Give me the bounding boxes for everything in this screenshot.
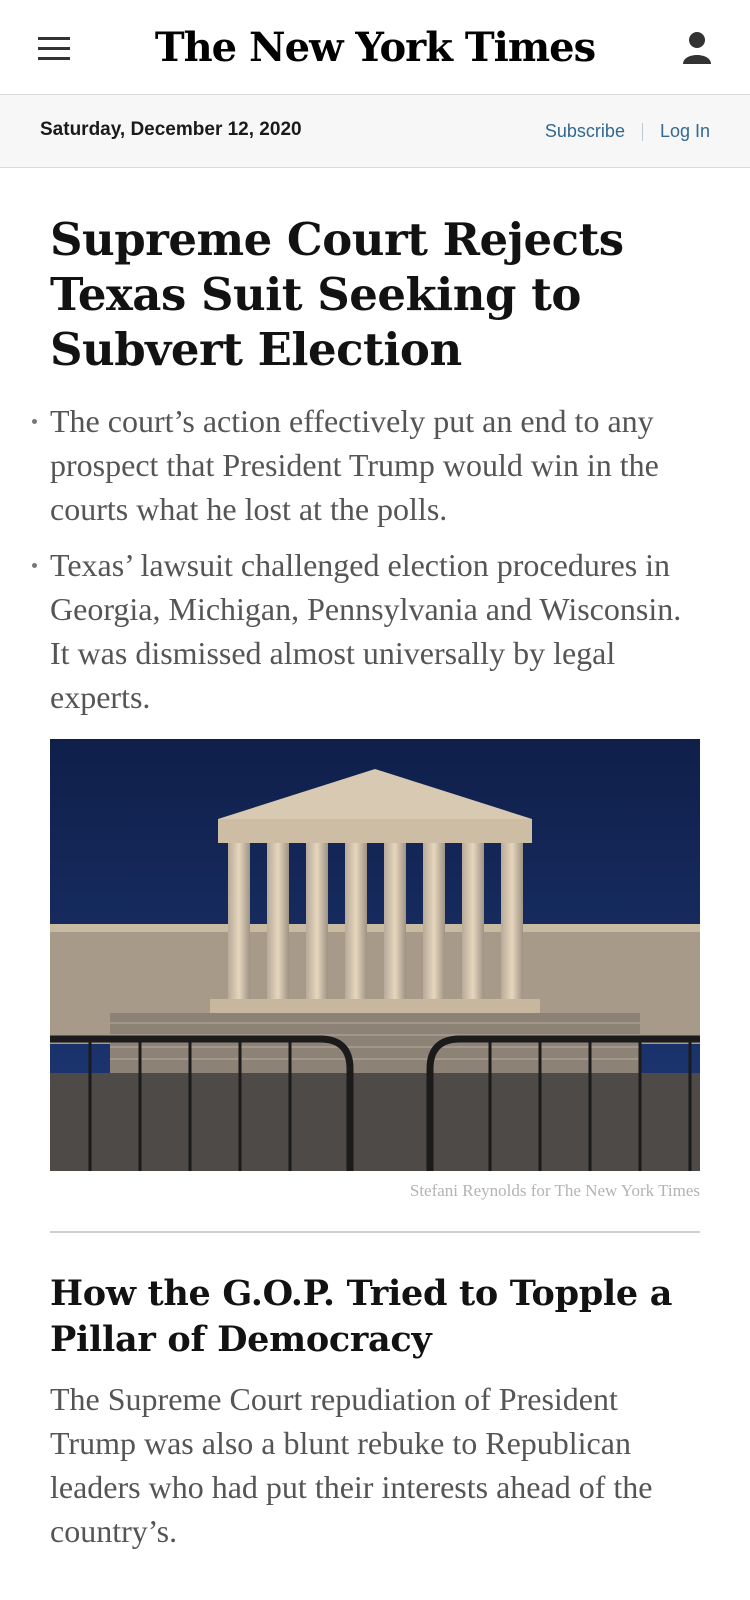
summary-bullet: Texas’ lawsuit challenged election proce… — [32, 543, 700, 719]
summary-bullet: The court’s action effectively put an en… — [32, 399, 700, 531]
masthead: The New York Times — [0, 0, 750, 95]
account-links: Subscribe Log In — [545, 121, 710, 142]
nyt-logo[interactable]: The New York Times — [0, 24, 750, 71]
section-divider — [50, 1231, 700, 1233]
user-account-icon[interactable] — [681, 30, 713, 66]
secondary-headline[interactable]: How the G.O.P. Tried to Topple a Pillar … — [50, 1271, 700, 1363]
link-divider — [641, 122, 643, 141]
bullet-text: The court’s action effectively put an en… — [50, 403, 659, 527]
bullet-icon — [32, 563, 37, 568]
lead-photo[interactable] — [50, 739, 700, 1171]
photo-credit: Stefani Reynolds for The New York Times — [409, 1181, 700, 1200]
current-date: Saturday, December 12, 2020 — [40, 119, 302, 140]
secondary-summary: The Supreme Court repudiation of Preside… — [50, 1381, 653, 1549]
bullet-text: Texas’ lawsuit challenged election proce… — [50, 547, 682, 715]
subscribe-link[interactable]: Subscribe — [545, 121, 625, 142]
bullet-icon — [32, 419, 37, 424]
lead-headline[interactable]: Supreme Court Rejects Texas Suit Seeking… — [50, 212, 700, 377]
date-bar: Saturday, December 12, 2020 Subscribe Lo… — [0, 95, 750, 168]
login-link[interactable]: Log In — [660, 121, 710, 142]
main-content: Supreme Court Rejects Texas Suit Seeking… — [0, 212, 750, 1553]
summary-bullets: The court’s action effectively put an en… — [32, 399, 700, 719]
